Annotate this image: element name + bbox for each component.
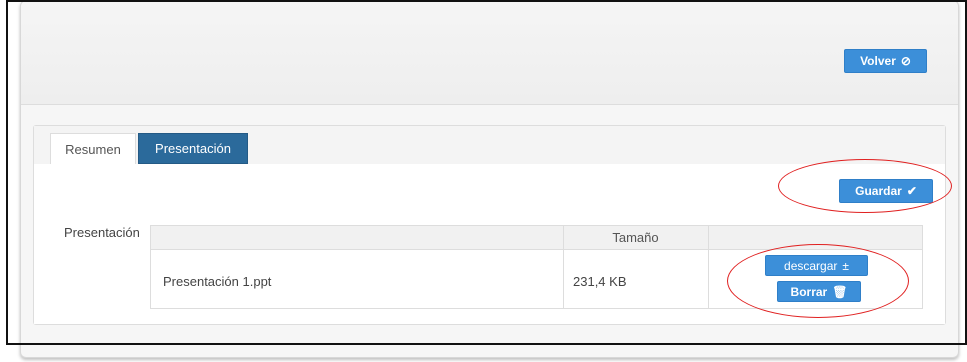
frame-border-bottom <box>6 343 967 345</box>
table-header: Tamaño <box>151 226 922 250</box>
screen-frame: Volver ⊘ Resumen Presentación Guardar ✔ … <box>0 0 967 362</box>
card-header: Volver ⊘ <box>21 1 958 105</box>
back-button-label: Volver <box>860 54 896 68</box>
file-size-cell: 231,4 KB <box>573 274 627 289</box>
presentation-field-label: Presentación <box>64 225 140 240</box>
back-button[interactable]: Volver ⊘ <box>844 49 927 73</box>
trash-icon: 🗑 <box>832 284 848 299</box>
tab-resumen-label: Resumen <box>65 141 121 157</box>
delete-button-label: Borrar <box>790 284 828 299</box>
column-header-actions <box>709 226 922 249</box>
column-header-name <box>151 226 564 249</box>
download-button[interactable]: descargar ± <box>765 255 868 276</box>
column-divider <box>708 249 709 308</box>
delete-button[interactable]: Borrar 🗑 <box>777 281 861 302</box>
check-icon: ✔ <box>906 184 917 198</box>
ban-icon: ⊘ <box>900 54 911 68</box>
column-divider <box>563 249 564 308</box>
frame-border-left <box>6 0 8 345</box>
download-button-label: descargar <box>784 258 838 273</box>
main-card: Volver ⊘ Resumen Presentación Guardar ✔ … <box>20 0 959 358</box>
file-name-cell: Presentación 1.ppt <box>163 274 272 289</box>
save-button-label: Guardar <box>855 184 902 198</box>
tab-presentacion[interactable]: Presentación <box>138 133 248 164</box>
download-icon: ± <box>842 258 849 273</box>
tab-panel: Resumen Presentación Guardar ✔ Presentac… <box>33 125 946 325</box>
tab-presentacion-label: Presentación <box>155 141 231 156</box>
tab-resumen[interactable]: Resumen <box>50 133 136 164</box>
files-table: Tamaño Presentación 1.ppt 231,4 KB desca… <box>150 225 923 309</box>
column-header-size: Tamaño <box>563 226 709 249</box>
save-button[interactable]: Guardar ✔ <box>839 179 933 203</box>
frame-border-top <box>6 0 967 2</box>
